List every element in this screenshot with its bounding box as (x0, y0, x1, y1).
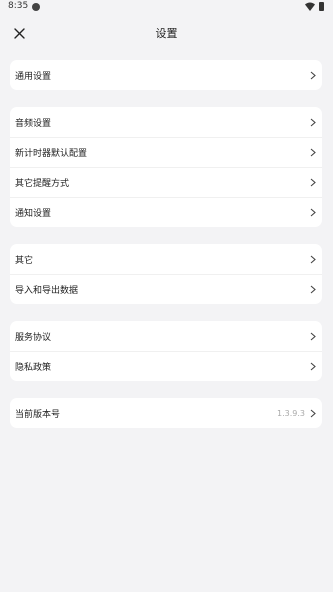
settings-group-other: 其它 导入和导出数据 (10, 244, 322, 304)
row-label: 新计时器默认配置 (15, 148, 88, 159)
row-label: 导入和导出数据 (15, 285, 79, 296)
notification-dot-icon (32, 3, 40, 11)
page-title: 设置 (155, 27, 178, 40)
status-time: 8:35 (8, 1, 29, 11)
battery-icon (319, 2, 324, 11)
row-general-settings[interactable]: 通用设置 (10, 60, 322, 90)
row-other[interactable]: 其它 (10, 244, 322, 274)
chevron-right-icon (310, 255, 316, 264)
chevron-right-icon (310, 71, 316, 80)
chevron-right-icon (310, 148, 316, 157)
chevron-right-icon (310, 178, 316, 187)
chevron-right-icon (310, 362, 316, 371)
row-label: 服务协议 (15, 332, 52, 343)
row-label: 通用设置 (15, 71, 52, 82)
row-label: 其它提醒方式 (15, 178, 70, 189)
settings-group-legal: 服务协议 隐私政策 (10, 321, 322, 381)
row-import-export-data[interactable]: 导入和导出数据 (10, 274, 322, 304)
chevron-right-icon (310, 285, 316, 294)
settings-group-version: 当前版本号 1.3.9.3 (10, 398, 322, 428)
row-label: 隐私政策 (15, 362, 52, 373)
wifi-icon (305, 2, 315, 11)
row-privacy-policy[interactable]: 隐私政策 (10, 351, 322, 381)
row-service-agreement[interactable]: 服务协议 (10, 321, 322, 351)
row-label: 当前版本号 (15, 409, 61, 420)
row-other-reminder-methods[interactable]: 其它提醒方式 (10, 167, 322, 197)
row-label: 通知设置 (15, 208, 52, 219)
row-timer-default-config[interactable]: 新计时器默认配置 (10, 137, 322, 167)
chevron-right-icon (310, 409, 316, 418)
chevron-right-icon (310, 208, 316, 217)
chevron-right-icon (310, 332, 316, 341)
row-audio-settings[interactable]: 音频设置 (10, 107, 322, 137)
header: 设置 (0, 14, 333, 52)
row-label: 音频设置 (15, 118, 52, 129)
row-notification-settings[interactable]: 通知设置 (10, 197, 322, 227)
settings-group-timer: 音频设置 新计时器默认配置 其它提醒方式 通知设置 (10, 107, 322, 227)
chevron-right-icon (310, 118, 316, 127)
row-current-version[interactable]: 当前版本号 1.3.9.3 (10, 398, 322, 428)
settings-group-general: 通用设置 (10, 60, 322, 90)
status-bar: 8:35 (0, 0, 333, 14)
row-label: 其它 (15, 255, 34, 266)
version-number: 1.3.9.3 (277, 408, 305, 418)
